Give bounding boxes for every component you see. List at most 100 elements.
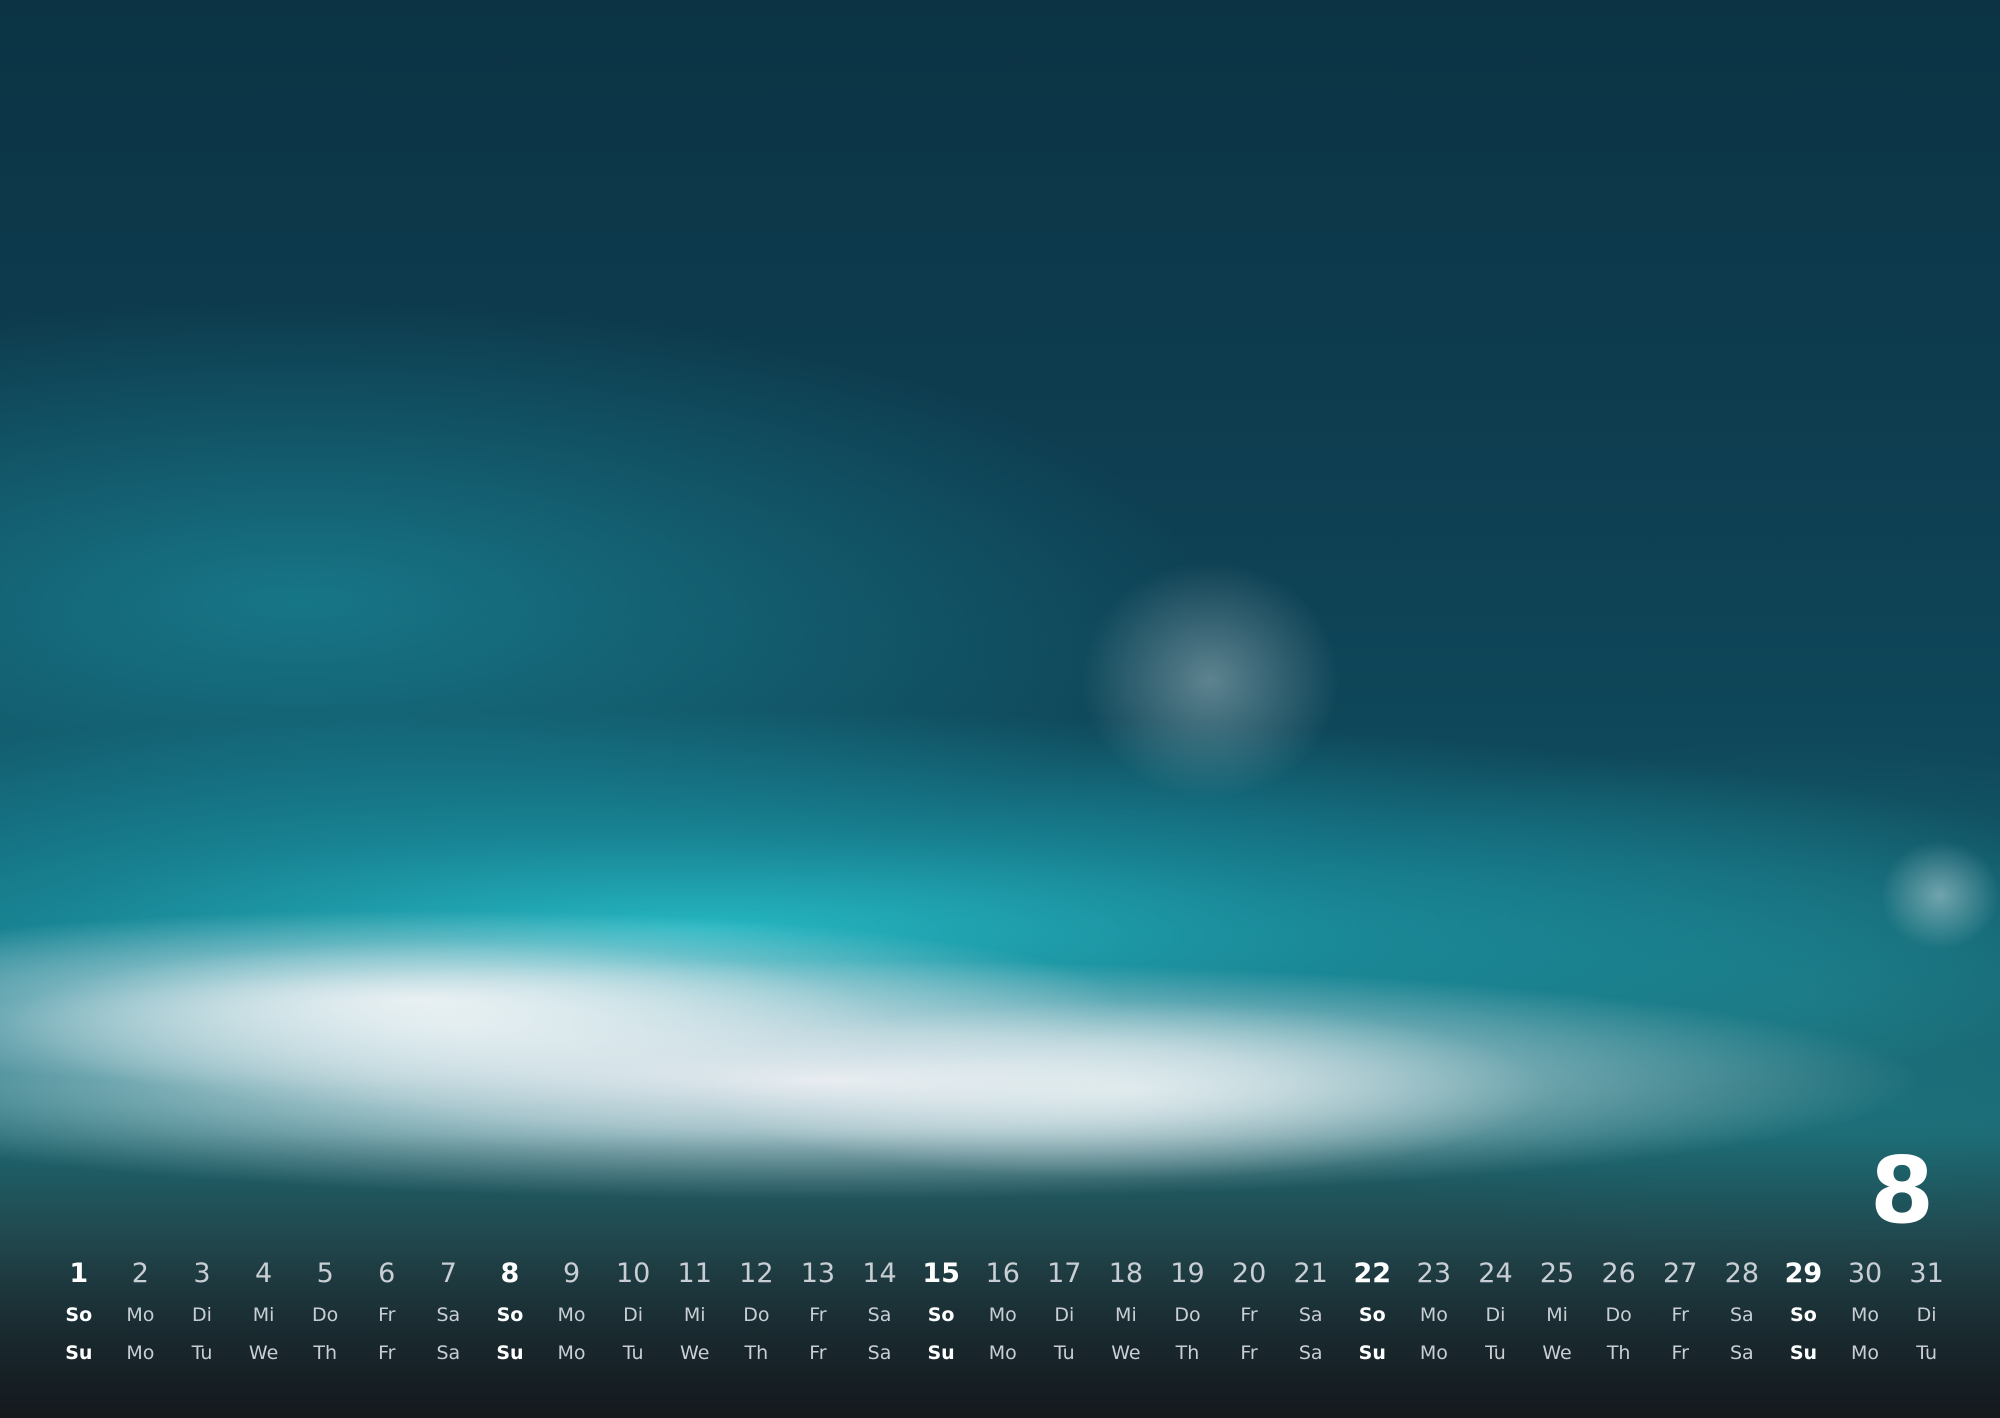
- day-number: 29: [1784, 1258, 1823, 1289]
- day-number: 27: [1663, 1258, 1698, 1289]
- weekday-english: Su: [1358, 1342, 1386, 1364]
- weekday-german: Fr: [378, 1304, 396, 1326]
- day-number: 12: [739, 1258, 774, 1289]
- weekday-english: Su: [927, 1342, 955, 1364]
- spray-right: [1880, 840, 2000, 950]
- day-column: 17 Di Tu: [1034, 1252, 1096, 1372]
- weekday-english: Su: [1789, 1342, 1818, 1364]
- weekday-german: So: [1358, 1304, 1386, 1326]
- day-column: 4 Mi We: [233, 1252, 295, 1372]
- day-column: 10 Di Tu: [602, 1252, 664, 1372]
- weekday-german: Sa: [436, 1304, 461, 1326]
- day-number: 1: [69, 1258, 89, 1289]
- day-column: 7 Sa Sa: [418, 1252, 480, 1372]
- day-column: 15 So Su: [910, 1252, 972, 1372]
- weekday-german: Di: [1054, 1304, 1075, 1326]
- weekday-english: Mo: [1851, 1342, 1880, 1364]
- day-column: 26 Do Th: [1588, 1252, 1650, 1372]
- weekday-german: Do: [312, 1304, 339, 1326]
- day-number: 2: [131, 1258, 149, 1289]
- calendar-page: 8 1 So Su 2 Mo Mo 3 Di Tu 4 Mi We 5 Do Th 6 Fr Fr 7 Sa Sa 8 So…: [0, 0, 2000, 1418]
- weekday-english: Mo: [988, 1342, 1017, 1364]
- weekday-english: Sa: [867, 1342, 892, 1364]
- weekday-german: Do: [1174, 1304, 1201, 1326]
- weekday-english: We: [248, 1342, 279, 1364]
- day-number: 15: [922, 1258, 960, 1289]
- day-column: 21 Sa Sa: [1280, 1252, 1342, 1372]
- weekday-german: Di: [1485, 1304, 1506, 1326]
- weekday-german: So: [1790, 1304, 1817, 1326]
- day-column: 8 So Su: [479, 1252, 541, 1372]
- day-column: 25 Mi We: [1526, 1252, 1588, 1372]
- weekday-english: Tu: [1916, 1342, 1937, 1364]
- weekday-english: Tu: [1053, 1342, 1075, 1364]
- day-number: 19: [1170, 1258, 1205, 1289]
- day-column: 9 Mo Mo: [541, 1252, 603, 1372]
- day-column: 3 Di Tu: [171, 1252, 233, 1372]
- weekday-german: So: [65, 1304, 93, 1326]
- weekday-english: Th: [744, 1342, 769, 1364]
- day-number: 24: [1478, 1258, 1513, 1289]
- weekday-english: Sa: [1298, 1342, 1323, 1364]
- weekday-english: Su: [496, 1342, 524, 1364]
- weekday-german: Sa: [1298, 1304, 1323, 1326]
- weekday-german: So: [496, 1304, 524, 1326]
- day-number: 10: [615, 1258, 651, 1289]
- day-column: 24 Di Tu: [1465, 1252, 1527, 1372]
- calendar-days-row: 1 So Su 2 Mo Mo 3 Di Tu 4 Mi We 5 Do Th 6 Fr Fr 7 Sa Sa 8 So Su…: [48, 1252, 1978, 1372]
- day-column: 29 So Su: [1773, 1252, 1835, 1372]
- weekday-english: Mo: [126, 1342, 155, 1364]
- day-column: 28 Sa Sa: [1711, 1252, 1773, 1372]
- weekday-german: Di: [623, 1304, 644, 1326]
- weekday-english: Th: [1606, 1342, 1631, 1364]
- weekday-english: Sa: [436, 1342, 461, 1364]
- day-number: 23: [1416, 1258, 1452, 1289]
- day-column: 27 Fr Fr: [1649, 1252, 1711, 1372]
- weekday-german: Sa: [867, 1304, 892, 1326]
- day-column: 31 Di Tu: [1896, 1252, 1958, 1372]
- day-number: 6: [378, 1258, 396, 1289]
- day-column: 16 Mo Mo: [972, 1252, 1034, 1372]
- day-column: 30 Mo Mo: [1834, 1252, 1896, 1372]
- day-number: 11: [677, 1258, 712, 1289]
- day-number: 30: [1847, 1258, 1883, 1289]
- day-number: 26: [1601, 1258, 1636, 1289]
- day-number: 7: [439, 1258, 457, 1289]
- weekday-german: Mo: [1419, 1304, 1448, 1326]
- weekday-german: So: [927, 1304, 955, 1326]
- weekday-german: Mo: [1851, 1304, 1880, 1326]
- weekday-german: Di: [192, 1304, 212, 1326]
- day-number: 3: [193, 1258, 211, 1289]
- weekday-english: Fr: [1240, 1342, 1258, 1364]
- day-column: 12 Do Th: [726, 1252, 788, 1372]
- day-column: 22 So Su: [1341, 1252, 1403, 1372]
- day-number: 17: [1047, 1258, 1082, 1289]
- weekday-german: Mi: [252, 1304, 275, 1326]
- weekday-english: Tu: [191, 1342, 213, 1364]
- day-number: 28: [1724, 1258, 1759, 1289]
- spray-center: [1080, 560, 1340, 800]
- day-number: 14: [862, 1258, 897, 1289]
- day-column: 23 Mo Mo: [1403, 1252, 1465, 1372]
- day-column: 20 Fr Fr: [1218, 1252, 1280, 1372]
- day-number: 9: [562, 1258, 581, 1289]
- day-number: 21: [1293, 1258, 1328, 1289]
- weekday-english: Fr: [809, 1342, 827, 1364]
- weekday-german: Mo: [557, 1304, 586, 1326]
- day-number: 8: [500, 1258, 520, 1289]
- weekday-german: Do: [1605, 1304, 1632, 1326]
- wave-foam-left: [0, 940, 900, 1110]
- weekday-english: Su: [65, 1342, 93, 1364]
- weekday-german: Do: [743, 1304, 770, 1326]
- day-number: 22: [1353, 1258, 1392, 1289]
- weekday-german: Di: [1916, 1304, 1937, 1326]
- weekday-german: Fr: [1671, 1304, 1689, 1326]
- day-number: 25: [1539, 1258, 1575, 1289]
- day-number: 20: [1231, 1258, 1267, 1289]
- day-column: 13 Fr Fr: [787, 1252, 849, 1372]
- weekday-english: Tu: [622, 1342, 644, 1364]
- weekday-english: Fr: [378, 1342, 396, 1364]
- weekday-english: Tu: [1485, 1342, 1506, 1364]
- day-column: 14 Sa Sa: [849, 1252, 911, 1372]
- day-column: 2 Mo Mo: [110, 1252, 172, 1372]
